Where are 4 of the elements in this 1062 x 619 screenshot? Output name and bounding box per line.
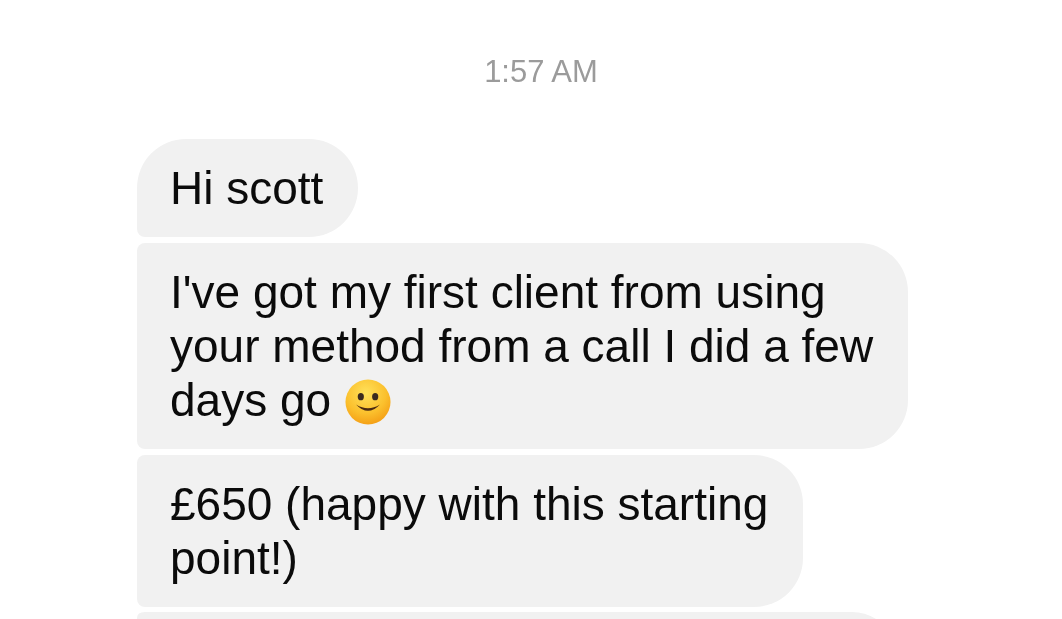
timestamp: 1:57 AM	[484, 54, 598, 90]
message-text: I've got my first client from using your method from a call I did a few days go	[170, 266, 874, 426]
message-text: £650 (happy with this starting point!)	[170, 478, 769, 584]
message-text: Hi scott	[170, 162, 324, 214]
